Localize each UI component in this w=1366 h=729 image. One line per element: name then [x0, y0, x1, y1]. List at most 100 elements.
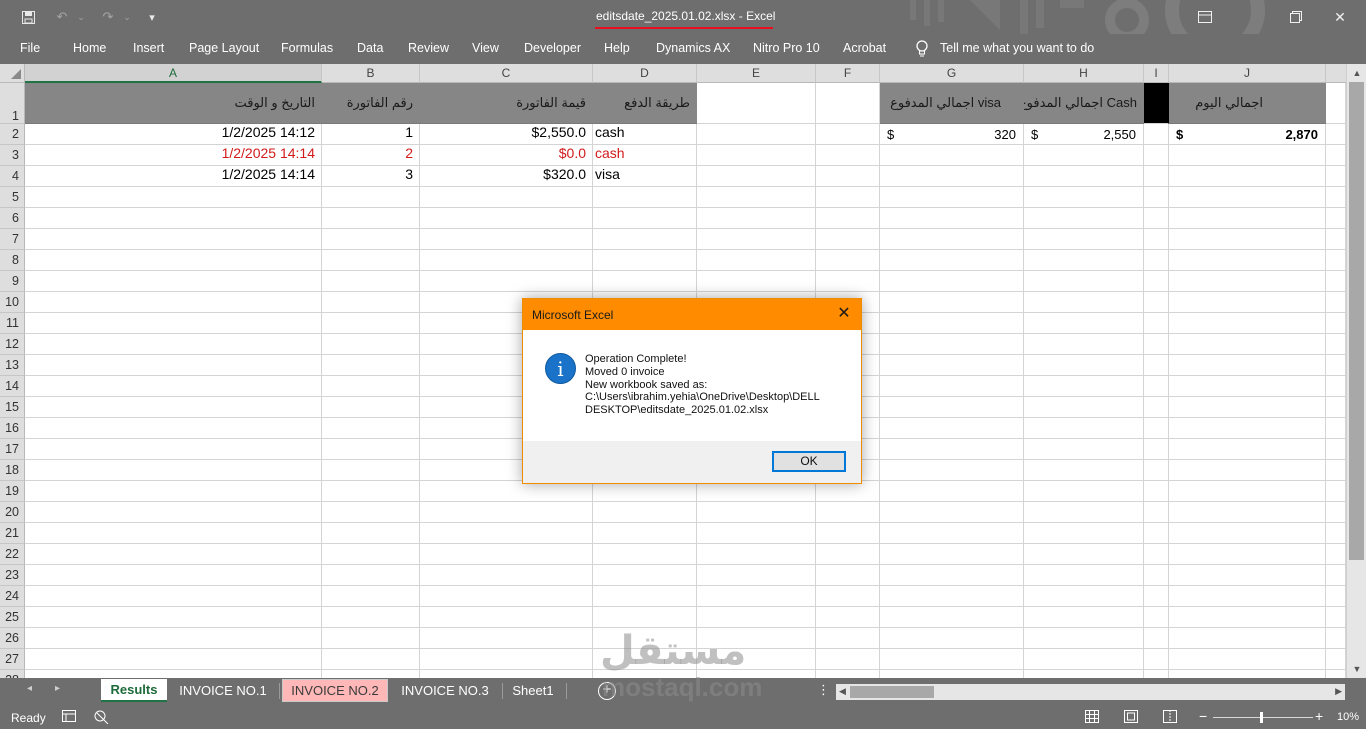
grid-cell[interactable]	[880, 418, 1024, 439]
grid-cell[interactable]	[1169, 355, 1326, 376]
grid-cell[interactable]	[1169, 607, 1326, 628]
undo-dropdown-icon[interactable]: ⌄	[74, 5, 88, 29]
row-header[interactable]: 6	[0, 208, 25, 229]
grid-cell[interactable]	[25, 481, 322, 502]
grid-cell[interactable]	[1144, 439, 1169, 460]
grid-cell[interactable]	[1024, 439, 1144, 460]
grid-cell[interactable]	[697, 250, 816, 271]
page-break-preview-icon[interactable]	[1163, 710, 1177, 726]
grid-cell[interactable]	[1024, 271, 1144, 292]
row-header[interactable]: 23	[0, 565, 25, 586]
grid-cell[interactable]	[593, 481, 697, 502]
grid-cell[interactable]	[1326, 124, 1346, 145]
row-header[interactable]: 8	[0, 250, 25, 271]
grid-cell[interactable]	[1024, 145, 1144, 166]
grid-cell[interactable]	[1144, 460, 1169, 481]
grid-cell[interactable]	[1024, 628, 1144, 649]
grid-cell[interactable]	[322, 397, 420, 418]
grid-cell[interactable]	[322, 187, 420, 208]
tab-formulas[interactable]: Formulas	[281, 41, 333, 55]
grid-cell[interactable]	[1024, 481, 1144, 502]
black-filled-cell[interactable]	[1144, 83, 1169, 124]
row-header[interactable]: 27	[0, 649, 25, 670]
grid-cell[interactable]	[25, 418, 322, 439]
grid-cell[interactable]	[1326, 187, 1346, 208]
grid-cell[interactable]	[420, 670, 593, 678]
grid-cell[interactable]	[880, 376, 1024, 397]
ok-button[interactable]: OK	[772, 451, 846, 472]
grid-cell[interactable]	[1326, 586, 1346, 607]
grid-cell[interactable]	[1024, 313, 1144, 334]
grid-cell[interactable]	[25, 313, 322, 334]
grid-cell[interactable]	[593, 523, 697, 544]
grid-cell[interactable]	[25, 271, 322, 292]
grid-cell[interactable]	[593, 586, 697, 607]
grid-cell[interactable]	[880, 439, 1024, 460]
column-header-j[interactable]: J	[1169, 64, 1326, 83]
header-cell-invoice-number[interactable]: رقم الفاتورة	[322, 83, 420, 124]
header-cell-visa-total[interactable]: اجمالي المدفوع visa	[880, 83, 1024, 124]
row-header[interactable]: 25	[0, 607, 25, 628]
row-header[interactable]: 5	[0, 187, 25, 208]
grid-cell[interactable]	[697, 145, 816, 166]
header-cell-cash-total[interactable]: اجمالي المدفوع Cash	[1024, 83, 1144, 124]
grid-cell[interactable]	[1326, 418, 1346, 439]
tab-dynamics-ax[interactable]: Dynamics AX	[656, 41, 730, 55]
grid-cell[interactable]	[697, 229, 816, 250]
grid-cell[interactable]	[816, 145, 880, 166]
grid-cell[interactable]	[1024, 418, 1144, 439]
grid-cell[interactable]	[1024, 334, 1144, 355]
grid-cell[interactable]	[322, 628, 420, 649]
data-cell-amount[interactable]: $2,550.0	[420, 124, 593, 145]
grid-cell[interactable]	[322, 334, 420, 355]
grid-cell[interactable]	[816, 565, 880, 586]
column-header-d[interactable]: D	[593, 64, 697, 83]
grid-cell[interactable]	[1326, 628, 1346, 649]
grid-cell[interactable]	[816, 523, 880, 544]
header-cell-day-total[interactable]: اجمالي اليوم	[1169, 83, 1326, 124]
grid-cell[interactable]	[593, 607, 697, 628]
grid-cell[interactable]	[1326, 565, 1346, 586]
grid-cell[interactable]	[1144, 607, 1169, 628]
grid-cell[interactable]	[322, 313, 420, 334]
data-cell-amount[interactable]: $320.0	[420, 166, 593, 187]
grid-cell[interactable]	[1144, 628, 1169, 649]
grid-cell[interactable]	[1326, 397, 1346, 418]
grid-cell[interactable]	[1024, 649, 1144, 670]
grid-cell[interactable]	[816, 628, 880, 649]
grid-cell[interactable]	[322, 418, 420, 439]
restore-window-icon[interactable]	[1276, 0, 1316, 34]
grid-cell[interactable]	[420, 481, 593, 502]
grid-cell[interactable]	[880, 397, 1024, 418]
grid-cell[interactable]	[25, 187, 322, 208]
grid-cell[interactable]	[1326, 607, 1346, 628]
grid-cell[interactable]	[420, 607, 593, 628]
grid-cell[interactable]	[1024, 250, 1144, 271]
grid-cell[interactable]	[880, 187, 1024, 208]
grid-cell[interactable]	[25, 292, 322, 313]
grid-cell[interactable]	[1024, 523, 1144, 544]
grid-cell[interactable]	[322, 649, 420, 670]
grid-cell[interactable]	[1169, 250, 1326, 271]
grid-cell[interactable]	[880, 649, 1024, 670]
grid-cell[interactable]	[1144, 481, 1169, 502]
grid-cell[interactable]	[697, 83, 816, 124]
grid-cell[interactable]	[880, 607, 1024, 628]
total-visa-cell[interactable]: $ 320	[880, 124, 1024, 145]
row-header[interactable]: 17	[0, 439, 25, 460]
row-header[interactable]: 3	[0, 145, 25, 166]
grid-cell[interactable]	[25, 628, 322, 649]
scroll-up-icon[interactable]: ▲	[1349, 65, 1365, 81]
grid-cell[interactable]	[1169, 229, 1326, 250]
grid-cell[interactable]	[697, 271, 816, 292]
grid-cell[interactable]	[1144, 397, 1169, 418]
grid-cell[interactable]	[593, 187, 697, 208]
tab-insert[interactable]: Insert	[133, 41, 164, 55]
grid-cell[interactable]	[420, 628, 593, 649]
grid-cell[interactable]	[880, 460, 1024, 481]
grid-cell[interactable]	[1144, 355, 1169, 376]
row-header[interactable]: 4	[0, 166, 25, 187]
close-icon[interactable]: ✕	[833, 303, 855, 325]
grid-cell[interactable]	[697, 649, 816, 670]
grid-cell[interactable]	[880, 628, 1024, 649]
